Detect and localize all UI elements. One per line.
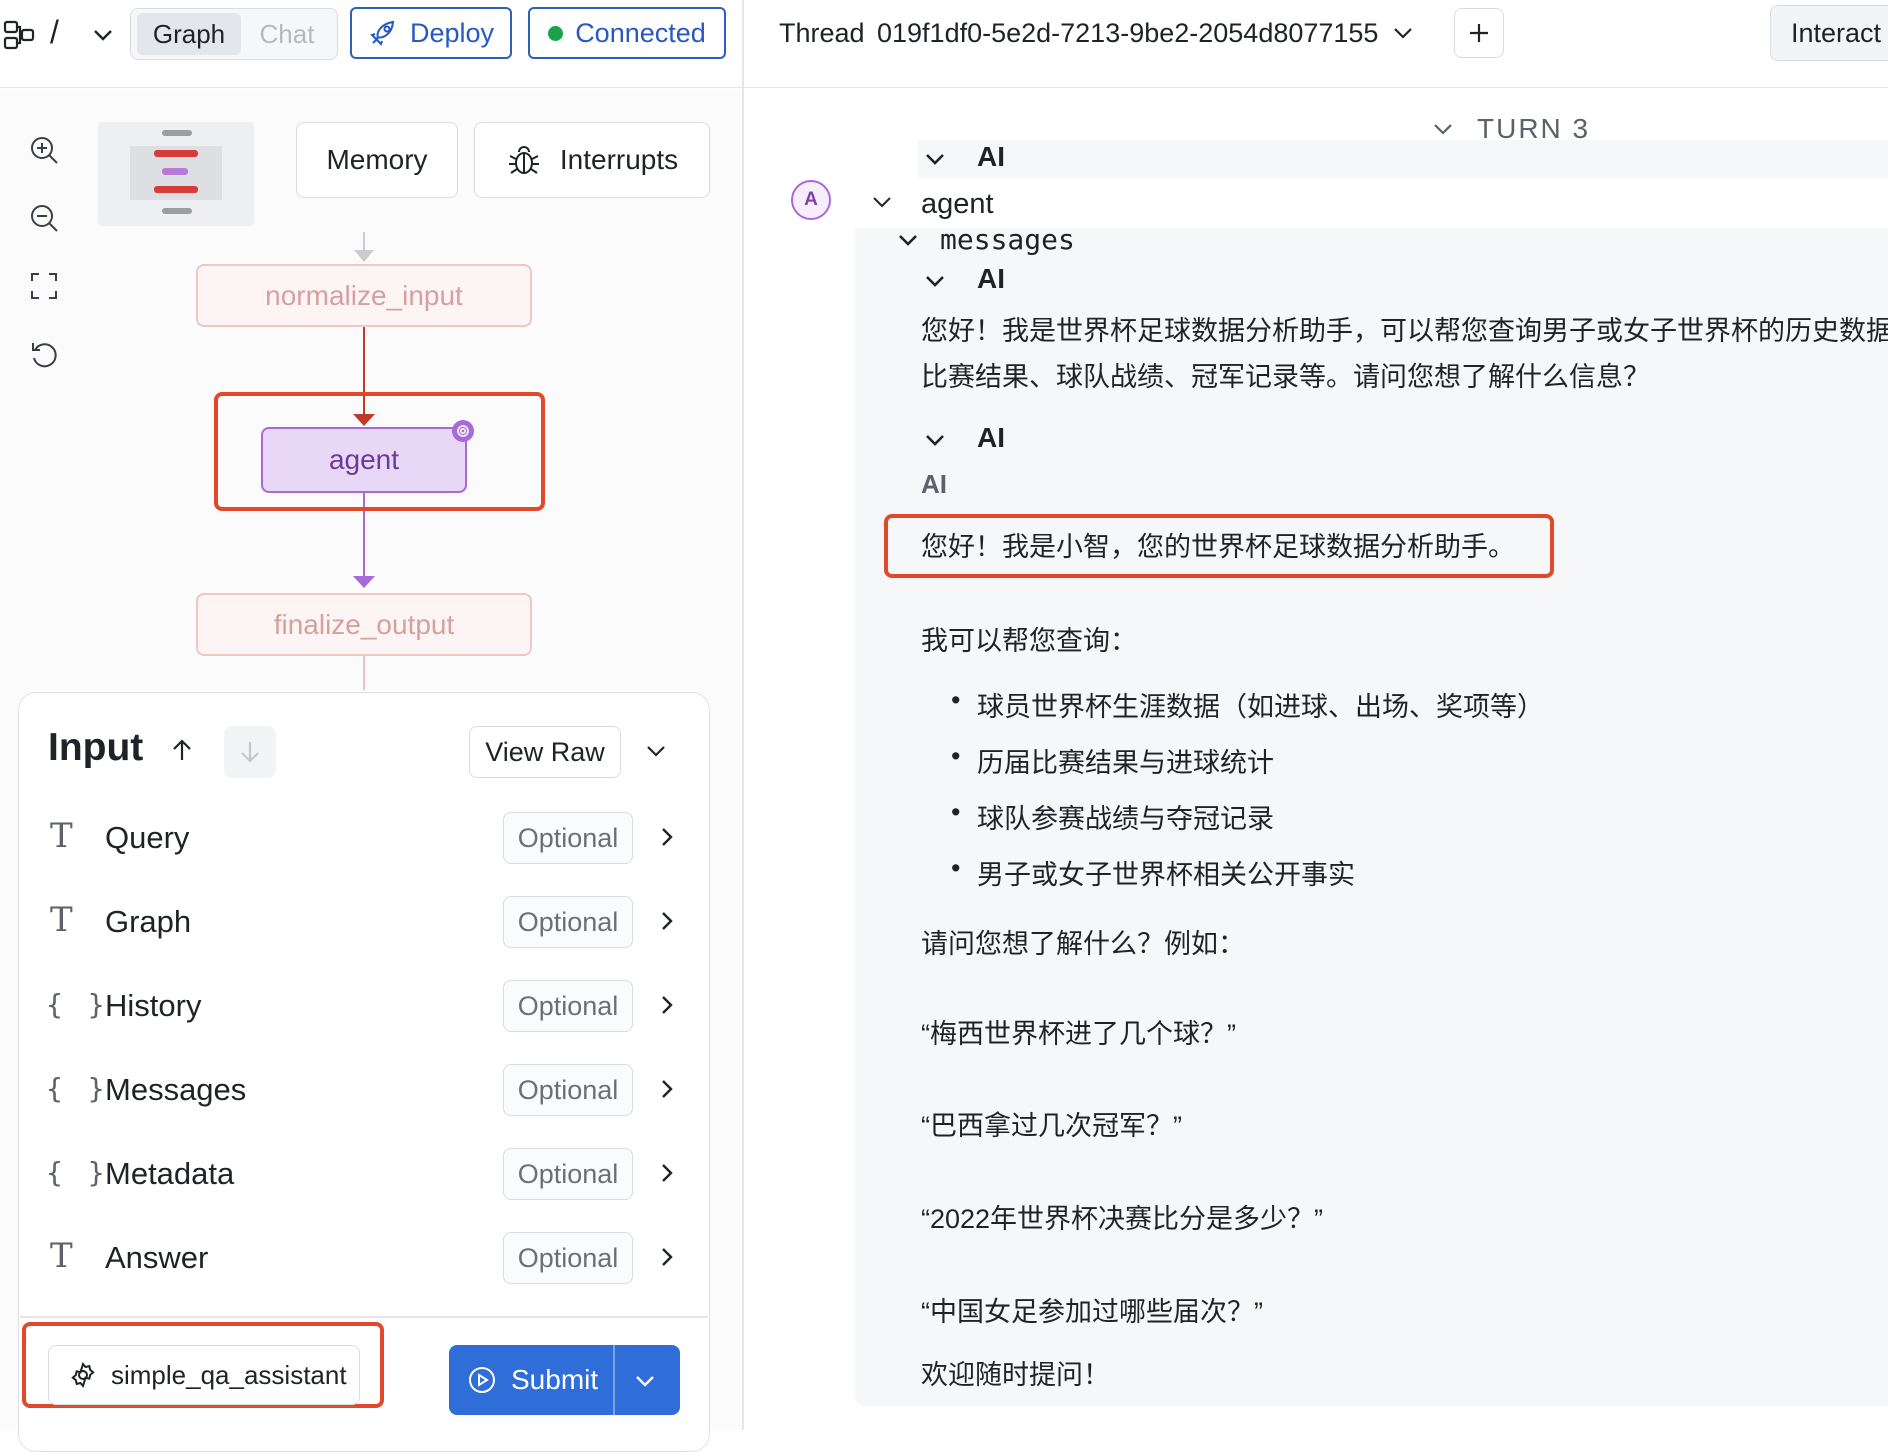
message1-role: AI bbox=[977, 263, 1005, 294]
collapse-message1-icon[interactable] bbox=[922, 268, 948, 294]
agent-label: agent bbox=[921, 188, 994, 220]
submit-divider bbox=[613, 1345, 615, 1415]
message2-role: AI bbox=[977, 422, 1005, 453]
optional-badge: Optional bbox=[503, 1064, 633, 1116]
message1-line1: 您好！我是世界杯足球数据分析助手，可以帮您查询男子或女子世界杯的历史数据 bbox=[921, 316, 1888, 346]
thread-id[interactable]: 019f1df0-5e2d-7213-9be2-2054d8077155 bbox=[877, 18, 1378, 49]
optional-badge: Optional bbox=[503, 812, 633, 864]
message2-closing: 欢迎随时提问！ bbox=[921, 1360, 1110, 1390]
message2-intro: 您好！我是小智，您的世界杯足球数据分析助手。 bbox=[921, 532, 1515, 562]
panel-footer-divider bbox=[20, 1316, 708, 1318]
agent-avatar: A bbox=[791, 180, 831, 220]
list-item: 男子或女子世界杯相关公开事实 bbox=[951, 853, 1355, 892]
message2-ask: 请问您想了解什么？例如： bbox=[921, 929, 1245, 959]
optional-badge: Optional bbox=[503, 980, 633, 1032]
play-circle-icon bbox=[467, 1365, 497, 1395]
chevron-right-icon[interactable] bbox=[654, 908, 680, 934]
plus-icon bbox=[1466, 20, 1492, 46]
message1-line2: 比赛结果、球队战绩、冠军记录等。请问您想了解什么信息？ bbox=[921, 362, 1650, 392]
list-item: 球员世界杯生涯数据（如进球、出场、奖项等） bbox=[951, 685, 1544, 724]
thread-chevron-down-icon[interactable] bbox=[1390, 20, 1416, 46]
list-item: 球队参赛战绩与夺冠记录 bbox=[951, 797, 1274, 836]
field-label: Messages bbox=[105, 1072, 247, 1107]
gear-icon bbox=[69, 1361, 97, 1389]
node-normalize-input[interactable]: normalize_input bbox=[196, 264, 532, 327]
input-field-row[interactable]: T Query Optional bbox=[40, 806, 690, 870]
view-raw-button[interactable]: View Raw bbox=[469, 726, 621, 778]
agent-config-icon[interactable] bbox=[452, 420, 474, 442]
agent-avatar-letter: A bbox=[804, 189, 818, 210]
chevron-right-icon[interactable] bbox=[654, 1076, 680, 1102]
collapse-message2-icon[interactable] bbox=[922, 427, 948, 453]
input-field-row[interactable]: { } Metadata Optional bbox=[40, 1142, 690, 1206]
message2-can: 我可以帮您查询： bbox=[921, 626, 1137, 656]
ai-section-label: AI bbox=[977, 141, 1005, 172]
arrow-down-icon bbox=[236, 738, 264, 766]
node-agent[interactable]: agent bbox=[261, 427, 467, 493]
object-type-icon: { } bbox=[46, 1156, 109, 1189]
message2-sublabel: AI bbox=[921, 469, 947, 499]
example-question: “中国女足参加过哪些届次？” bbox=[921, 1297, 1263, 1327]
submit-label: Submit bbox=[511, 1364, 599, 1395]
object-type-icon: { } bbox=[46, 988, 109, 1021]
interact-button[interactable]: Interact bbox=[1770, 5, 1888, 61]
submit-button[interactable]: Submit bbox=[449, 1345, 680, 1415]
turn-chevron-icon[interactable] bbox=[1430, 116, 1456, 142]
collapse-agent-icon[interactable] bbox=[870, 190, 894, 214]
text-type-icon: T bbox=[50, 1236, 73, 1276]
field-label: History bbox=[105, 988, 202, 1023]
field-label: Graph bbox=[105, 904, 192, 939]
text-type-icon: T bbox=[50, 900, 73, 940]
object-type-icon: { } bbox=[46, 1072, 109, 1105]
input-panel-title: Input bbox=[48, 726, 144, 769]
input-field-row[interactable]: T Graph Optional bbox=[40, 890, 690, 954]
ai-header-strip bbox=[918, 140, 1888, 178]
view-raw-label: View Raw bbox=[485, 736, 605, 767]
panel-chevron-down-icon[interactable] bbox=[642, 737, 670, 765]
field-label: Query bbox=[105, 820, 190, 855]
optional-badge: Optional bbox=[503, 1232, 633, 1284]
optional-badge: Optional bbox=[503, 1148, 633, 1200]
assistant-label: simple_qa_assistant bbox=[111, 1359, 347, 1390]
arrow-up-icon[interactable] bbox=[168, 736, 196, 764]
collapse-messages-icon[interactable] bbox=[896, 228, 920, 252]
list-item: 历届比赛结果与进球统计 bbox=[951, 741, 1274, 780]
assistant-selector[interactable]: simple_qa_assistant bbox=[48, 1345, 360, 1405]
chevron-right-icon[interactable] bbox=[654, 1244, 680, 1270]
submit-options-chevron-icon[interactable] bbox=[631, 1367, 659, 1395]
example-question: “梅西世界杯进了几个球？” bbox=[921, 1019, 1236, 1049]
field-label: Answer bbox=[105, 1240, 209, 1275]
input-field-row[interactable]: { } History Optional bbox=[40, 974, 690, 1038]
turn-label: TURN 3 bbox=[1477, 113, 1591, 139]
collapse-ai-icon[interactable] bbox=[922, 146, 948, 172]
field-label: Metadata bbox=[105, 1156, 235, 1191]
example-question: “巴西拿过几次冠军？” bbox=[921, 1111, 1182, 1141]
example-question: “2022年世界杯决赛比分是多少？” bbox=[921, 1204, 1324, 1234]
agent-header-strip bbox=[855, 180, 1888, 228]
text-type-icon: T bbox=[50, 816, 73, 856]
chevron-right-icon[interactable] bbox=[654, 992, 680, 1018]
move-down-button[interactable] bbox=[224, 726, 276, 778]
input-field-row[interactable]: { } Messages Optional bbox=[40, 1058, 690, 1122]
node-finalize-output[interactable]: finalize_output bbox=[196, 593, 532, 656]
input-field-row[interactable]: T Answer Optional bbox=[40, 1226, 690, 1290]
optional-badge: Optional bbox=[503, 896, 633, 948]
chevron-right-icon[interactable] bbox=[654, 824, 680, 850]
messages-label: messages bbox=[940, 223, 1075, 256]
thread-label: Thread bbox=[779, 18, 865, 48]
new-thread-button[interactable] bbox=[1454, 8, 1504, 58]
vertical-divider bbox=[742, 0, 744, 1430]
chevron-right-icon[interactable] bbox=[654, 1160, 680, 1186]
interact-label: Interact bbox=[1791, 17, 1882, 48]
